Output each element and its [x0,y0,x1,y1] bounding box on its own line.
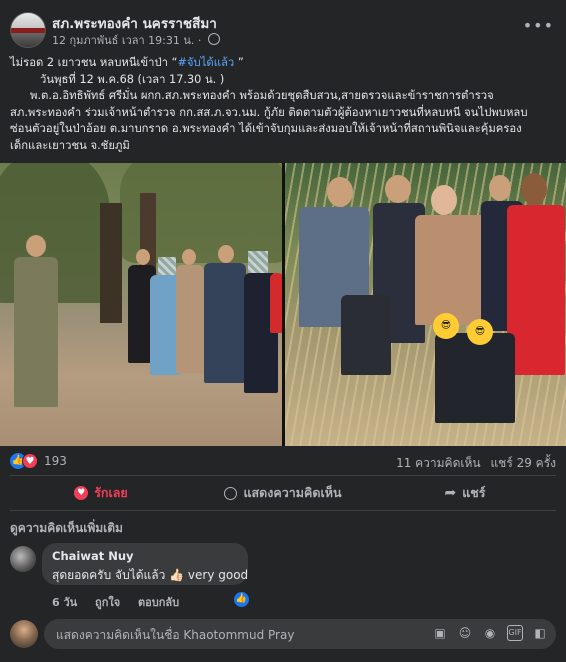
hashtag-link[interactable]: #จับได้แล้ว [177,56,234,69]
body-line-1: ไม่รอด 2 เยาวชน หลบหนีเข้าป่า “#จับได้แล… [10,55,558,72]
comment-bubble: Chaiwat Nuy สุดยอดครับ จับได้แล้ว 👍🏻 ver… [42,543,248,585]
comment-composer: ▣ ☺ ◉ GIF ◧ [44,619,556,649]
comment-share-counts: 11 ความคิดเห็น แชร์ 29 ครั้ง [396,454,556,473]
commenter-avatar[interactable] [10,546,36,572]
officer-figure [14,257,58,407]
comments-count[interactable]: 11 ความคิดเห็น [396,456,481,470]
body-line-3: พ.ต.อ.อิทธิพัทธ์ ศรีมั่น ผกก.สภ.พระทองคำ… [30,89,494,102]
avatar-sticker-icon[interactable]: ▣ [432,625,448,641]
blurred-face [248,251,268,273]
person-figure [176,265,204,373]
comment-author[interactable]: Chaiwat Nuy [52,549,134,563]
post-card: สภ.พระทองคำ นครราชสีมา 12 กุมภาพันธ์ เวล… [0,0,566,662]
blurred-face [158,257,176,275]
person-head [182,249,196,265]
person-head [136,249,150,265]
person-figure [507,205,565,375]
youth-figure [341,295,391,375]
post-body: ไม่รอด 2 เยาวชน หลบหนีเข้าป่า “#จับได้แล… [10,55,558,154]
sticker-icon[interactable]: ◧ [532,625,548,641]
person-head [218,245,234,263]
person-head [385,175,411,203]
post-timestamp[interactable]: 12 กุมภาพันธ์ เวลา 19:31 น. · [52,31,220,49]
sunglasses-emoji-sticker: 😎 [467,319,493,345]
post-header: สภ.พระทองคำ นครราชสีมา 12 กุมภาพันธ์ เวล… [10,10,556,50]
person-head [521,173,547,205]
person-figure [415,215,487,325]
current-user-avatar[interactable] [10,620,38,648]
comment-input[interactable] [54,624,428,646]
share-label: แชร์ [462,485,486,500]
person-head [327,177,353,207]
globe-icon [207,33,220,45]
comment-like-button[interactable]: ถูกใจ [95,596,120,609]
youth-figure [435,333,515,423]
page-avatar[interactable] [10,12,46,48]
body-line-2: วันพุธที่ 12 พ.ค.68 (เวลา 17.30 น. ) [40,72,225,86]
body-line-1-prefix: ไม่รอด 2 เยาวชน หลบหนีเข้าป่า “ [10,56,178,69]
post-actions: ♥ รักเลย แสดงความคิดเห็น ➦ แชร์ [10,480,556,506]
body-line-6: เด็กและเยาวชน จ.ชัยภูมิ [10,138,130,152]
comment-label: แสดงความคิดเห็น [243,485,342,500]
divider [10,475,556,476]
comment-footer: 6 วัน ถูกใจ ตอบกลับ [52,593,193,611]
emoji-icon[interactable]: ☺ [457,625,473,641]
comment-text: สุดยอดครับ จับได้แล้ว 👍🏻 very good [52,568,249,582]
shares-count[interactable]: แชร์ 29 ครั้ง [490,456,556,470]
comment-like-badge-icon: 👍 [234,592,249,607]
tree-trunk [100,203,122,323]
divider [10,510,556,511]
gif-icon[interactable]: GIF [507,625,523,641]
officer-figure [204,263,246,383]
share-icon: ➦ [444,485,457,501]
heart-icon: ♥ [74,486,89,500]
post-photos: 😎 😎 [0,163,566,446]
comment-button[interactable]: แสดงความคิดเห็น [192,480,374,506]
comment-icon [224,486,238,500]
body-line-5: ซ่อนตัวอยู่ในป่าอ้อย ต.มาบกราด อ.พระทองค… [10,122,522,135]
person-head [489,175,511,201]
composer-icons: ▣ ☺ ◉ GIF ◧ [432,625,548,643]
reaction-count[interactable]: 193 [44,454,67,468]
love-reaction-icon: ♥ [22,453,38,469]
person-head [431,185,457,215]
sunglasses-emoji-sticker: 😎 [433,313,459,339]
more-options-icon[interactable]: ••• [523,16,554,35]
photo-officers-forest[interactable] [0,163,282,446]
post-stats: 👍 ♥ 193 11 ความคิดเห็น แชร์ 29 ครั้ง [10,452,556,472]
timestamp-text[interactable]: 12 กุมภาพันธ์ เวลา 19:31 น. · [52,34,201,47]
comment-reply-button[interactable]: ตอบกลับ [138,596,179,609]
love-label: รักเลย [94,485,128,500]
body-line-4: สภ.พระทองคำ ร่วมเจ้าหน้าตำรวจ กก.สส.ภ.จว… [10,105,528,119]
person-head [26,235,46,257]
photo-arrest-sugarcane[interactable]: 😎 😎 [285,163,566,446]
person-figure [270,273,282,333]
view-more-comments-link[interactable]: ดูความคิดเห็นเพิ่มเติม [10,519,123,538]
comment-time[interactable]: 6 วัน [52,596,77,609]
camera-icon[interactable]: ◉ [482,625,498,641]
share-button[interactable]: ➦ แชร์ [374,480,556,506]
love-button[interactable]: ♥ รักเลย [10,480,192,506]
body-line-1-suffix: ” [234,56,244,69]
